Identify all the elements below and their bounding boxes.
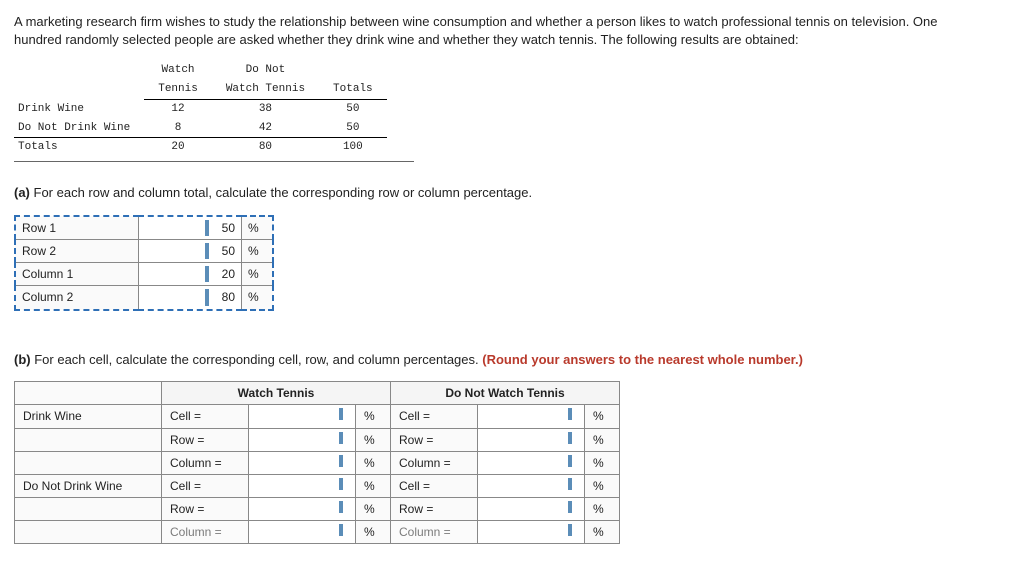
part-b-row: Row =%Row =%	[15, 498, 620, 521]
part-a-row-label: Column 1	[15, 263, 139, 286]
part-b-group-label	[15, 521, 162, 544]
part-b-input[interactable]	[249, 428, 356, 451]
percent-unit: %	[242, 263, 274, 286]
part-a-row-label: Column 2	[15, 286, 139, 310]
part-b-row: Row =%Row =%	[15, 428, 620, 451]
part-b-input[interactable]	[478, 405, 585, 428]
part-b-input[interactable]	[478, 521, 585, 544]
part-a-input[interactable]: 50	[139, 216, 242, 240]
part-b-row: Drink WineCell =%Cell =%	[15, 405, 620, 428]
part-a-input[interactable]: 20	[139, 263, 242, 286]
part-a-row: Column 280%	[15, 286, 273, 310]
part-b-measure-label: Cell =	[391, 474, 478, 497]
percent-unit: %	[356, 498, 391, 521]
percent-unit: %	[242, 286, 274, 310]
col-header-nowatch: Do Not Watch Tennis	[391, 382, 620, 405]
part-a-row-label: Row 2	[15, 240, 139, 263]
percent-unit: %	[585, 451, 620, 474]
part-b-input[interactable]	[249, 521, 356, 544]
part-b-measure-label: Row =	[391, 498, 478, 521]
percent-unit: %	[242, 216, 274, 240]
percent-unit: %	[356, 521, 391, 544]
part-b-measure-label: Column =	[391, 451, 478, 474]
part-a-input[interactable]: 80	[139, 286, 242, 310]
contingency-table: Watch Do Not Tennis Watch Tennis Totals …	[14, 61, 387, 157]
part-a-row: Row 250%	[15, 240, 273, 263]
part-b-group-label: Drink Wine	[15, 405, 162, 428]
part-a-row: Row 150%	[15, 216, 273, 240]
part-b-group-label	[15, 498, 162, 521]
part-a-row: Column 120%	[15, 263, 273, 286]
part-a-input[interactable]: 50	[139, 240, 242, 263]
percent-unit: %	[585, 428, 620, 451]
part-b-prompt: (b) For each cell, calculate the corresp…	[14, 351, 1010, 369]
part-b-row: Do Not Drink WineCell =%Cell =%	[15, 474, 620, 497]
percent-unit: %	[356, 474, 391, 497]
col-header-watch: Watch Tennis	[162, 382, 391, 405]
part-b-group-label	[15, 451, 162, 474]
part-b-measure-label: Column =	[162, 451, 249, 474]
part-b-row: Column =%Column =%	[15, 521, 620, 544]
part-b-measure-label: Row =	[162, 428, 249, 451]
part-b-group-label: Do Not Drink Wine	[15, 474, 162, 497]
part-a-row-label: Row 1	[15, 216, 139, 240]
part-b-input[interactable]	[478, 428, 585, 451]
part-b-input[interactable]	[249, 405, 356, 428]
part-b-input[interactable]	[478, 451, 585, 474]
percent-unit: %	[356, 405, 391, 428]
part-b-input[interactable]	[478, 498, 585, 521]
problem-intro: A marketing research firm wishes to stud…	[14, 13, 954, 48]
part-b-input[interactable]	[478, 474, 585, 497]
part-b-measure-label: Row =	[162, 498, 249, 521]
part-b-measure-label: Row =	[391, 428, 478, 451]
part-a-table: Row 150%Row 250%Column 120%Column 280%	[14, 215, 274, 311]
percent-unit: %	[356, 428, 391, 451]
part-b-input[interactable]	[249, 498, 356, 521]
part-b-measure-label: Column =	[162, 521, 249, 544]
part-b-measure-label: Cell =	[391, 405, 478, 428]
part-b-group-label	[15, 428, 162, 451]
percent-unit: %	[585, 474, 620, 497]
part-b-measure-label: Cell =	[162, 474, 249, 497]
part-b-row: Column =%Column =%	[15, 451, 620, 474]
percent-unit: %	[242, 240, 274, 263]
part-b-measure-label: Cell =	[162, 405, 249, 428]
percent-unit: %	[585, 521, 620, 544]
percent-unit: %	[585, 405, 620, 428]
table-scrollbar[interactable]	[14, 161, 414, 170]
percent-unit: %	[356, 451, 391, 474]
percent-unit: %	[585, 498, 620, 521]
part-b-input[interactable]	[249, 451, 356, 474]
part-a-prompt: (a) For each row and column total, calcu…	[14, 184, 1010, 202]
part-b-measure-label: Column =	[391, 521, 478, 544]
part-b-input[interactable]	[249, 474, 356, 497]
part-b-table: Watch Tennis Do Not Watch Tennis Drink W…	[14, 381, 620, 544]
